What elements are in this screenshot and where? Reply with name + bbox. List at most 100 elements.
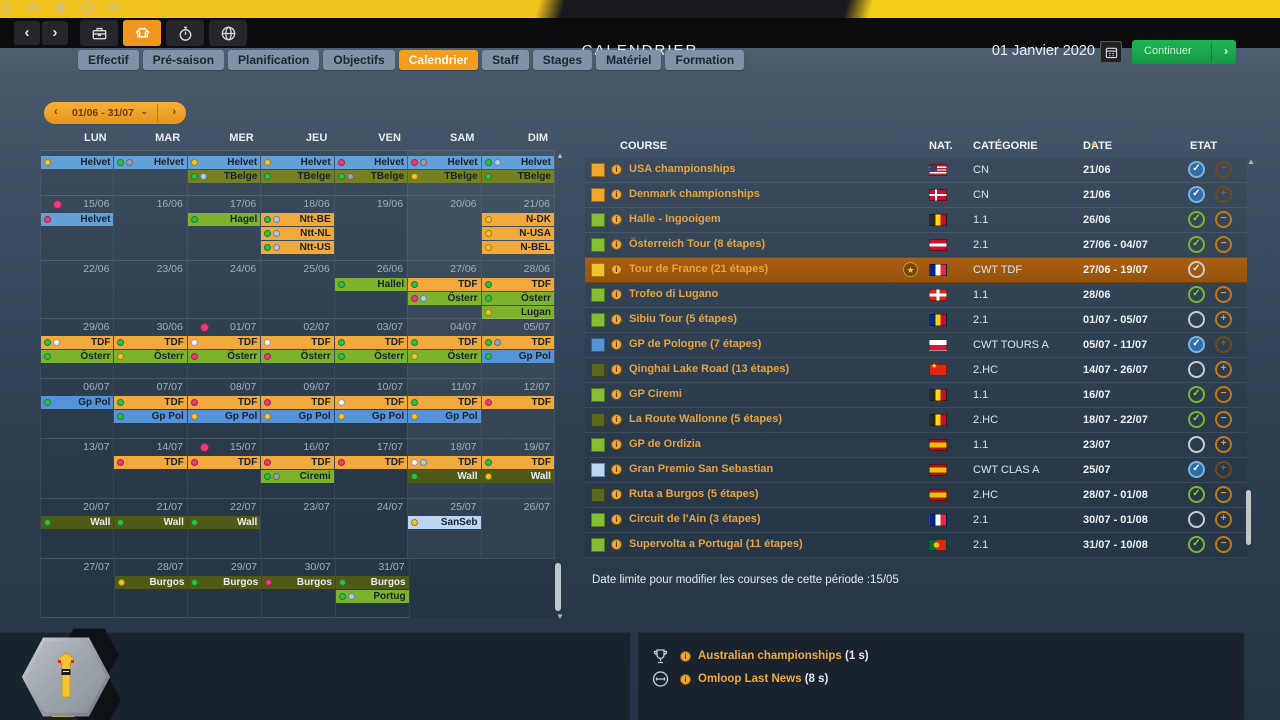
calendar-cell-08-07[interactable]: 08/07 TDF Gp Pol — [186, 379, 261, 438]
calendar-cell-12-07[interactable]: 12/07 TDF — [480, 379, 555, 438]
race-bar-burgos[interactable]: Burgos — [114, 576, 188, 589]
action-plus-icon[interactable]: + — [1215, 311, 1232, 328]
race-bar-tdf[interactable]: TDF — [481, 396, 554, 409]
calendar-cell-03-07[interactable]: 03/07 TDF Österr — [333, 319, 408, 378]
calendar-cell-30-07[interactable]: 30/07 Burgos — [261, 559, 335, 618]
course-row-circuit-de-l-ain-3-tapes[interactable]: i Circuit de l'Ain (3 étapes) 2.1 30/07 - 0… — [585, 508, 1247, 533]
info-icon[interactable]: i — [611, 339, 622, 350]
calendar-cell-18-07[interactable]: 18/07 TDF Wall — [407, 439, 481, 498]
calendar-cell-09-07[interactable]: 09/07 TDF Gp Pol — [260, 379, 334, 438]
info-icon[interactable]: i — [611, 489, 622, 500]
calendar-scroll-down-icon[interactable]: ▼ — [556, 613, 564, 621]
race-bar-sterr[interactable]: Österr — [408, 292, 481, 305]
status-check-green-icon[interactable]: ✓ — [1188, 236, 1205, 253]
race-bar-ciremi[interactable]: Ciremi — [261, 470, 334, 483]
race-bar-helvet[interactable]: Helvet — [187, 156, 261, 169]
action-plus-icon[interactable]: + — [1215, 436, 1232, 453]
calendar-cell-07-07[interactable]: 07/07 TDF Gp Pol — [113, 379, 187, 438]
calendar-cell-1-2[interactable]: Helvet — [113, 151, 187, 195]
race-bar-hagel[interactable]: Hagel — [187, 213, 261, 226]
status-check-green-icon[interactable]: ✓ — [1188, 386, 1205, 403]
calendar-cell-25-06[interactable]: 25/06 — [260, 261, 333, 318]
calendar-cell-02-07[interactable]: 02/07 TDF Österr — [260, 319, 334, 378]
calendar-cell-20-07[interactable]: 20/07 Wall — [40, 499, 114, 558]
calendar-cell-21-07[interactable]: 21/07 Wall — [113, 499, 187, 558]
info-icon[interactable]: i — [611, 214, 622, 225]
race-bar-tbelge[interactable]: TBelge — [187, 170, 261, 183]
race-bar-gp-pol[interactable]: Gp Pol — [261, 410, 334, 423]
race-bar-tbelge[interactable]: TBelge — [334, 170, 408, 183]
status-check-green-icon[interactable]: ✓ — [1188, 411, 1205, 428]
news-item-australian-championships[interactable]: i Australian championships (1 s) — [652, 647, 1212, 667]
calendar-cell-16-07[interactable]: 16/07 TDF Ciremi — [260, 439, 334, 498]
status-check-blue-icon[interactable]: ✓ — [1188, 336, 1205, 353]
action-minus-icon[interactable]: − — [1215, 536, 1232, 553]
calendar-cell-17-07[interactable]: 17/07 TDF — [333, 439, 408, 498]
calendar-cell-27-07[interactable]: 27/07 — [40, 559, 114, 618]
calendar-scrollbar-thumb[interactable] — [555, 563, 561, 611]
info-icon[interactable]: i — [611, 364, 622, 375]
calendar-cell-19-06[interactable]: 19/06 — [333, 196, 407, 260]
action-plus-dim-icon[interactable]: + — [1215, 336, 1232, 353]
home-icon[interactable] — [27, 1, 40, 14]
status-check-green-icon[interactable]: ✓ — [1188, 286, 1205, 303]
race-bar-burgos[interactable]: Burgos — [262, 576, 335, 589]
nav-back-button[interactable]: ‹ — [14, 21, 40, 45]
race-bar-gp-pol[interactable]: Gp Pol — [334, 410, 408, 423]
calendar-cell-27-06[interactable]: 27/06 TDF Österr — [407, 261, 481, 318]
calendar-cell-11-07[interactable]: 11/07 TDF Gp Pol — [407, 379, 481, 438]
calendar-cell-1-7[interactable]: Helvet TBelge — [480, 151, 555, 195]
action-minus-icon[interactable]: − — [1215, 486, 1232, 503]
calendar-cell-31-07[interactable]: 31/07 Burgos Portug — [334, 559, 410, 618]
race-bar-ntt-us[interactable]: Ntt-US — [261, 241, 334, 254]
info-icon[interactable]: i — [611, 189, 622, 200]
calendar-cell-15-06[interactable]: 15/06 Helvet — [40, 196, 114, 260]
status-check-green-icon[interactable]: ✓ — [1188, 536, 1205, 553]
header-categorie[interactable]: CATÉGORIE — [973, 140, 1038, 152]
calendar-picker-button[interactable] — [1100, 41, 1122, 63]
course-row-tour-de-france-21-tapes[interactable]: i Tour de France (21 étapes) ★ CWT TDF 27/06… — [585, 258, 1247, 283]
action-minus-dim-icon[interactable]: − — [1215, 161, 1232, 178]
calendar-cell-16-06[interactable]: 16/06 — [113, 196, 186, 260]
race-bar-burgos[interactable]: Burgos — [188, 576, 262, 589]
calendar-scroll-up-icon[interactable]: ▲ — [556, 152, 564, 160]
race-bar-tdf[interactable]: TDF — [41, 336, 114, 349]
action-minus-icon[interactable]: − — [1215, 211, 1232, 228]
race-bar-tdf[interactable]: TDF — [261, 456, 334, 469]
period-selector[interactable]: ‹ 01/06 - 31/07 ⌄ › — [44, 102, 186, 124]
race-bar-helvet[interactable]: Helvet — [261, 156, 334, 169]
race-bar-burgos[interactable]: Burgos — [335, 576, 409, 589]
bell-icon[interactable] — [0, 1, 13, 14]
race-bar-helvet[interactable]: Helvet — [41, 213, 114, 226]
calendar-cell-13-07[interactable]: 13/07 — [40, 439, 113, 498]
race-bar-tdf[interactable]: TDF — [114, 336, 187, 349]
calendar-cell-15-07[interactable]: 15/07 TDF — [186, 439, 261, 498]
course-row-gp-de-ordizia[interactable]: i GP de Ordizia 1.1 23/07 + — [585, 433, 1247, 458]
status-empty-icon[interactable] — [1188, 436, 1205, 453]
tab-mat-riel[interactable]: Matériel — [596, 50, 662, 70]
info-icon[interactable]: i — [611, 464, 622, 475]
tab-objectifs[interactable]: Objectifs — [323, 50, 395, 70]
tab-effectif[interactable]: Effectif — [78, 50, 139, 70]
tab-stages[interactable]: Stages — [532, 50, 593, 70]
race-bar-gp-pol[interactable]: Gp Pol — [114, 410, 187, 423]
calendar-cell-1-6[interactable]: Helvet TBelge — [407, 151, 481, 195]
race-bar-tdf[interactable]: TDF — [261, 396, 334, 409]
calendar-cell-10-07[interactable]: 10/07 TDF Gp Pol — [333, 379, 408, 438]
calendar-cell-22-07[interactable]: 22/07 Wall — [186, 499, 261, 558]
action-plus-dim-icon[interactable]: + — [1215, 461, 1232, 478]
planning-icon-button[interactable] — [166, 20, 204, 46]
race-bar-ntt-be[interactable]: Ntt-BE — [261, 213, 334, 226]
calendar-cell-1-4[interactable]: Helvet TBelge — [260, 151, 334, 195]
race-bar-sterr[interactable]: Österr — [481, 292, 554, 305]
race-bar-helvet[interactable]: Helvet — [334, 156, 408, 169]
calendar-cell-25-07[interactable]: 25/07 SanSeb — [407, 499, 481, 558]
race-bar-tdf[interactable]: TDF — [334, 396, 408, 409]
calendar-cell-18-06[interactable]: 18/06 Ntt-BE Ntt-NL Ntt-US — [260, 196, 334, 260]
race-bar-tdf[interactable]: TDF — [114, 396, 187, 409]
info-icon[interactable]: i — [611, 514, 622, 525]
status-check-blue-icon[interactable]: ✓ — [1188, 461, 1205, 478]
tab-formation[interactable]: Formation — [665, 50, 745, 70]
race-bar-gp-pol[interactable]: Gp Pol — [187, 410, 261, 423]
course-row-sibiu-tour-5-tapes[interactable]: i Sibiu Tour (5 étapes) 2.1 01/07 - 05/07 + — [585, 308, 1247, 333]
